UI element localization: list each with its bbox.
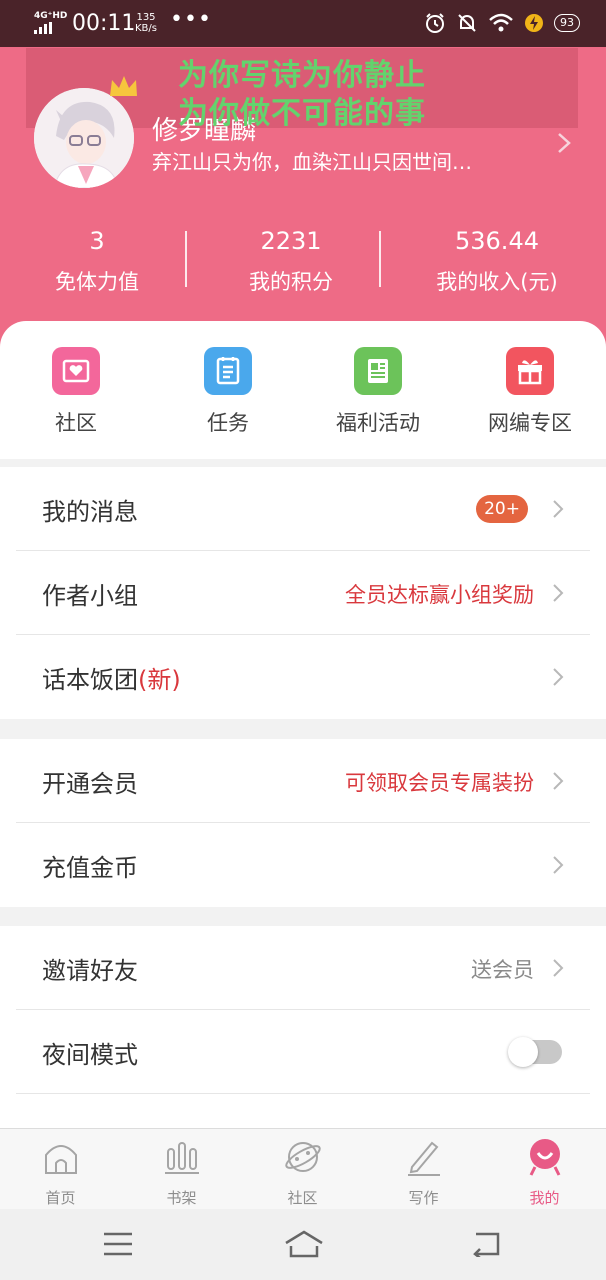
home-button-icon[interactable]	[283, 1229, 325, 1259]
menu-group-2: 开通会员 可领取会员专属装扮 充值金币	[0, 739, 606, 907]
menu-vip[interactable]: 开通会员 可领取会员专属装扮	[0, 739, 606, 823]
stat-label: 我的收入(元)	[436, 270, 558, 294]
nav-label: 社区	[287, 1189, 318, 1207]
menu-author-group[interactable]: 作者小组 全员达标赢小组奖励	[0, 551, 606, 635]
bottom-nav: 首页 书架 社区 写作 我的	[0, 1128, 606, 1209]
quick-editor-zone[interactable]: 网编专区	[454, 347, 606, 437]
mute-bell-icon	[458, 14, 476, 32]
nav-label: 写作	[408, 1189, 439, 1207]
lyric-line-2: 为你做不可能的事	[178, 96, 426, 131]
chevron-right-icon	[553, 668, 564, 686]
nav-label: 书架	[166, 1189, 197, 1207]
stat-value: 3	[89, 227, 105, 255]
stat-label: 我的积分	[249, 270, 333, 294]
menu-title: 开通会员	[42, 770, 138, 798]
menu-title: 邀请好友	[42, 957, 138, 985]
nav-mine[interactable]: 我的	[484, 1137, 605, 1208]
menu-group-1: 我的消息 20+ 作者小组 全员达标赢小组奖励 话本饭团(新)	[0, 467, 606, 719]
nav-community[interactable]: 社区	[242, 1137, 363, 1208]
profile-icon	[529, 1139, 560, 1176]
quick-action-label: 社区	[55, 411, 97, 435]
home-icon	[44, 1145, 77, 1174]
menu-invite[interactable]: 邀请好友 送会员	[0, 926, 606, 1010]
user-signature: 弃江山只为你，血染江山只因世间…	[152, 150, 472, 174]
menu-title: 话本饭团(新)	[42, 660, 181, 695]
stat-income[interactable]: 536.44 我的收入(元)	[400, 224, 594, 296]
menu-fan-club[interactable]: 话本饭团(新)	[0, 635, 606, 719]
menu-group-3: 邀请好友 送会员 夜间模式	[0, 926, 606, 1128]
pen-icon	[407, 1141, 440, 1176]
stat-divider	[379, 231, 381, 287]
menu-recharge[interactable]: 充值金币	[0, 823, 606, 907]
menu-title: 我的消息	[42, 498, 138, 526]
new-tag: (新)	[138, 666, 181, 694]
charging-icon	[525, 14, 543, 32]
menu-title: 充值金币	[42, 854, 138, 882]
battery-level: 93	[554, 14, 580, 32]
signal-icon	[34, 22, 52, 34]
nav-write[interactable]: 写作	[363, 1137, 484, 1208]
document-icon	[354, 347, 402, 395]
network-speed: 135 KB/s	[135, 12, 157, 34]
quick-action-label: 任务	[207, 411, 249, 435]
stat-stamina[interactable]: 3 免体力值	[0, 224, 194, 296]
nav-label: 我的	[529, 1189, 560, 1207]
night-mode-toggle[interactable]	[508, 1037, 562, 1067]
system-nav-bar	[0, 1209, 606, 1280]
stat-divider	[185, 231, 187, 287]
stat-value: 2231	[260, 227, 322, 255]
unread-badge: 20+	[476, 495, 528, 523]
gift-icon	[506, 347, 554, 395]
clock: 00:11	[72, 11, 136, 36]
back-icon[interactable]	[470, 1231, 504, 1257]
menu-hint: 送会员	[471, 958, 534, 982]
wifi-icon	[489, 13, 513, 32]
chevron-right-icon	[553, 584, 564, 602]
stat-points[interactable]: 2231 我的积分	[194, 224, 388, 296]
menu-night-mode: 夜间模式	[0, 1010, 606, 1094]
chevron-right-icon	[553, 772, 564, 790]
menu-title-text: 话本饭团	[42, 666, 138, 694]
quick-action-label: 网编专区	[488, 411, 572, 435]
quick-tasks[interactable]: 任务	[152, 347, 304, 437]
nav-label: 首页	[45, 1189, 76, 1207]
nav-bookshelf[interactable]: 书架	[121, 1137, 242, 1208]
more-notifications-icon: •••	[170, 7, 212, 32]
clipboard-icon	[204, 347, 252, 395]
heart-envelope-icon	[52, 347, 100, 395]
menu-hint: 可领取会员专属装扮	[345, 771, 534, 795]
menu-hint: 全员达标赢小组奖励	[345, 583, 534, 607]
alarm-icon	[426, 13, 444, 33]
planet-icon	[284, 1142, 321, 1172]
quick-action-label: 福利活动	[336, 411, 420, 435]
nav-home[interactable]: 首页	[0, 1137, 121, 1208]
quick-actions: 社区 任务 福利活动 网编专区	[0, 321, 606, 459]
chevron-right-icon[interactable]	[556, 132, 572, 154]
crown-icon	[110, 76, 137, 96]
chevron-right-icon	[553, 856, 564, 874]
menu-icon[interactable]	[102, 1231, 134, 1257]
bookshelf-icon	[164, 1142, 199, 1174]
stat-label: 免体力值	[55, 270, 139, 294]
network-type: 4G⁺HD	[34, 11, 68, 21]
menu-title: 夜间模式	[42, 1041, 138, 1069]
toggle-knob	[508, 1037, 538, 1067]
status-bar: 4G⁺HD 00:11 135 KB/s ••• 93	[0, 0, 606, 47]
row-divider	[16, 1093, 590, 1094]
menu-title: 作者小组	[42, 582, 138, 610]
stat-value: 536.44	[455, 227, 539, 255]
menu-messages[interactable]: 我的消息 20+	[0, 467, 606, 551]
quick-welfare[interactable]: 福利活动	[302, 347, 454, 437]
chevron-right-icon	[553, 959, 564, 977]
chevron-right-icon	[553, 500, 564, 518]
quick-community[interactable]: 社区	[0, 347, 152, 437]
